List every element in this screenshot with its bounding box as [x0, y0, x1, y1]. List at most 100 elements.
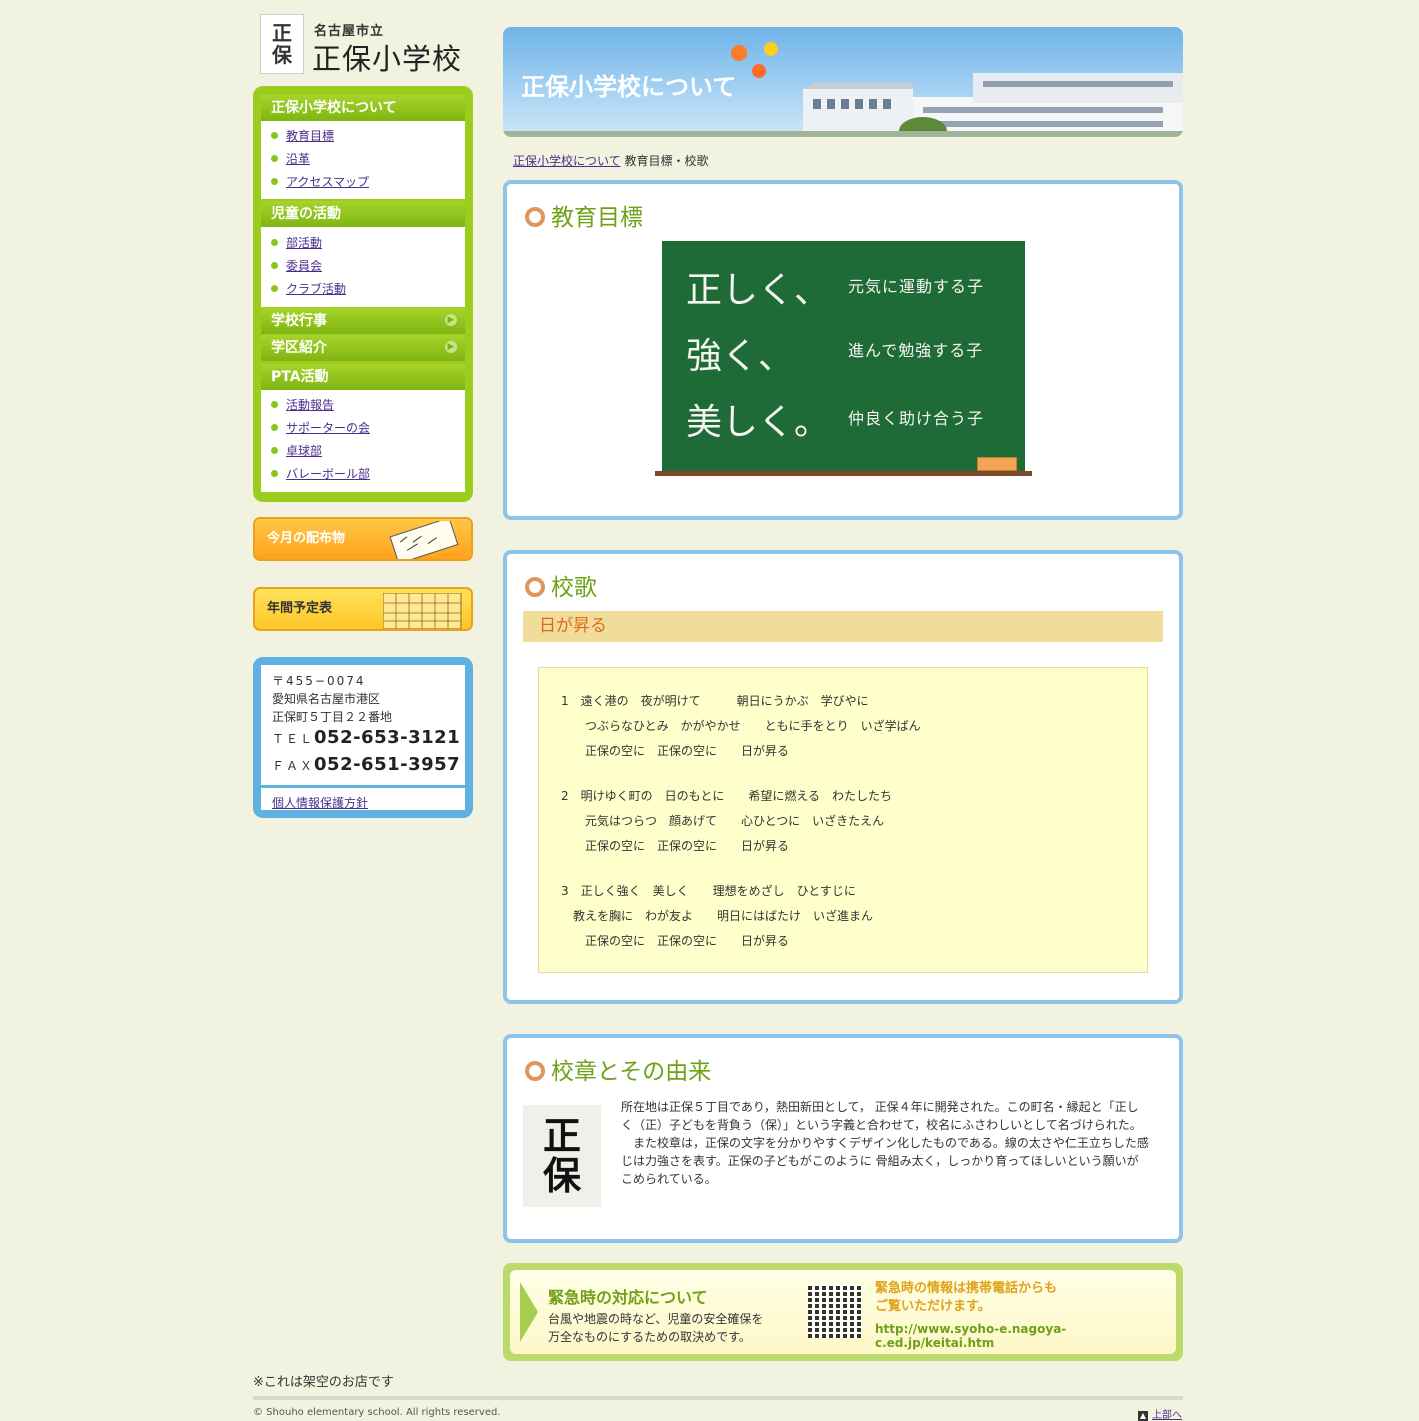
mobile-info: 緊急時の情報は携帯電話からも ご覧いただけます。 [875, 1280, 1057, 1316]
goal-left-2: 強く、 [686, 336, 795, 377]
school-mark-icon: 正 保 [260, 14, 304, 74]
goal-right-1: 元気に運動する子 [848, 277, 985, 296]
calendar-icon [383, 593, 462, 629]
mobile-url[interactable]: http://www.syoho-e.nagoya-c.ed.jp/keitai… [875, 1322, 1176, 1350]
crest-paragraph: また校章は，正保の文字を分かりやすくデザイン化したものである。線の太さや仁王立ち… [621, 1136, 1149, 1186]
nav-heading-activities[interactable]: 児童の活動 [261, 201, 465, 227]
section-heading-text: 校歌 [551, 575, 597, 601]
bullet-icon [271, 178, 278, 185]
notebook-icon [389, 521, 459, 559]
nav-link[interactable]: 活動報告 [286, 398, 334, 412]
nav-link[interactable]: 沿革 [286, 152, 310, 166]
section-heading-text: 教育目標 [551, 205, 643, 231]
crest-bottom: 保 [542, 1154, 581, 1198]
nav-item-supporters[interactable]: サポーターの会 [271, 420, 370, 436]
bullet-icon [271, 447, 278, 454]
nav-item-volleyball[interactable]: バレーボール部 [271, 466, 370, 482]
chevron-right-circle-icon: ▶ [445, 314, 457, 326]
chevron-right-icon [520, 1282, 538, 1342]
site-logo[interactable]: 正 保 名古屋市立 正保小学校 [260, 14, 480, 76]
nav-item-club-activities[interactable]: 部活動 [271, 235, 322, 251]
chevron-right-circle-icon: ▶ [445, 341, 457, 353]
nav-link[interactable]: 卓球部 [286, 444, 322, 458]
emergency-desc-line: 万全なものにするための取決めです。 [548, 1330, 751, 1344]
emergency-banner[interactable]: 緊急時の対応について 台風や地震の時など、児童の安全確保を 万全なものにするため… [503, 1263, 1183, 1361]
ring-bullet-icon [525, 1061, 545, 1081]
banner-label: 今月の配布物 [267, 531, 346, 546]
mobile-info-line: 緊急時の情報は携帯電話からも [875, 1281, 1058, 1296]
lyric-line: 元気はつらつ 顔あげて 心ひとつに いざきたえん [561, 814, 885, 828]
section-heading-text: 校章とその由来 [551, 1059, 712, 1085]
bullet-icon [271, 285, 278, 292]
school-crest-section: 校章とその由来 正 保 所在地は正保５丁目であり，熱田新田として， 正保４年に開… [503, 1034, 1183, 1243]
nav-link[interactable]: 委員会 [286, 259, 322, 273]
education-goals-section: 教育目標 正しく、 元気に運動する子 強く、 進んで勉強する子 美しく。 仲良く… [503, 180, 1183, 520]
crest-top: 正 [542, 1114, 581, 1158]
monthly-handouts-banner[interactable]: 今月の配布物 [253, 517, 473, 561]
footer-divider [253, 1396, 1183, 1400]
page-title: 正保小学校について [521, 73, 737, 101]
nav-heading-label: 学区紹介 [271, 340, 327, 356]
nav-item-access-map[interactable]: アクセスマップ [271, 174, 369, 190]
nav-link[interactable]: クラブ活動 [286, 282, 346, 296]
bullet-icon [271, 239, 278, 246]
nav-item-reports[interactable]: 活動報告 [271, 397, 334, 413]
nav-heading-district[interactable]: 学区紹介 ▶ [261, 335, 465, 361]
nav-heading-label: 学校行事 [271, 313, 327, 329]
nav-item-history[interactable]: 沿革 [271, 151, 310, 167]
nav-item-clubs[interactable]: クラブ活動 [271, 281, 346, 297]
school-name: 正保小学校 [312, 42, 463, 76]
nav-list-activities: 部活動 委員会 クラブ活動 [261, 227, 465, 307]
nav-item-table-tennis[interactable]: 卓球部 [271, 443, 322, 459]
annual-schedule-banner[interactable]: 年間予定表 [253, 587, 473, 631]
nav-link[interactable]: 教育目標 [286, 129, 334, 143]
chalkboard: 正しく、 元気に運動する子 強く、 進んで勉強する子 美しく。 仲良く助け合う子 [662, 241, 1025, 473]
bullet-icon [271, 155, 278, 162]
lyric-line: 正保の空に 正保の空に 日が昇る [561, 839, 790, 853]
nav-heading-events[interactable]: 学校行事 ▶ [261, 308, 465, 334]
nav-link[interactable]: アクセスマップ [286, 175, 369, 189]
qr-code-icon [808, 1284, 862, 1338]
breadcrumb-parent-link[interactable]: 正保小学校について [513, 154, 621, 168]
nav-heading-about[interactable]: 正保小学校について [261, 95, 465, 121]
mobile-info-line: ご覧いただけます。 [875, 1299, 991, 1314]
bullet-icon [271, 424, 278, 431]
lyric-line: 教えを胸に わが友よ 明日にはばたけ いざ進まん [561, 909, 874, 923]
breadcrumb-current: 教育目標・校歌 [624, 154, 709, 168]
tel-label: ＴＥＬ [272, 732, 315, 746]
privacy-policy-link[interactable]: 個人情報保護方針 [272, 794, 368, 811]
goal-right-3: 仲良く助け合う子 [848, 409, 985, 428]
nav-link[interactable]: バレーボール部 [286, 467, 370, 481]
section-heading: 校章とその由来 [525, 1052, 711, 1086]
fax-number: 052-651-3957 [314, 754, 461, 775]
section-heading: 教育目標 [525, 198, 643, 232]
song-title: 日が昇る [523, 611, 1163, 642]
fax-label: ＦＡＸ [272, 759, 315, 773]
emergency-description: 台風や地震の時など、児童の安全確保を 万全なものにするための取決めです。 [548, 1310, 763, 1346]
bullet-icon [271, 401, 278, 408]
school-song-section: 校歌 日が昇る 1 遠く港の 夜が明けて 朝日にうかぶ 学びやに つぶらなひとみ… [503, 550, 1183, 1004]
nav-link[interactable]: サポーターの会 [286, 421, 370, 435]
arrow-up-icon: ▲ [1138, 1411, 1148, 1421]
lyric-line: つぶらなひとみ かがやかせ ともに手をとり いざ学ばん [561, 719, 921, 733]
breadcrumb: 正保小学校について 教育目標・校歌 [513, 152, 709, 169]
back-to-top[interactable]: ▲ 上部へ [1138, 1406, 1182, 1421]
tel-number: 052-653-3121 [314, 727, 461, 748]
lyric-line: 1 遠く港の 夜が明けて 朝日にうかぶ 学びやに [561, 694, 869, 708]
goal-left-3: 美しく。 [686, 402, 831, 443]
nav-item-committee[interactable]: 委員会 [271, 258, 322, 274]
back-to-top-link[interactable]: 上部へ [1152, 1410, 1182, 1421]
side-navigation: 正保小学校について 教育目標 沿革 アクセスマップ 児童の活動 部活動 委員会 … [253, 86, 473, 502]
nav-link[interactable]: 部活動 [286, 236, 322, 250]
nav-list-pta: 活動報告 サポーターの会 卓球部 バレーボール部 [261, 390, 465, 492]
nav-heading-pta[interactable]: PTA活動 [261, 364, 465, 390]
ring-bullet-icon [525, 577, 545, 597]
eraser-icon [977, 457, 1017, 471]
bullet-icon [271, 132, 278, 139]
emergency-title: 緊急時の対応について [548, 1288, 708, 1307]
lyric-line: 正保の空に 正保の空に 日が昇る [561, 744, 790, 758]
postal-code: 〒455−0074 [272, 674, 366, 688]
nav-item-education-goals[interactable]: 教育目標 [271, 128, 334, 144]
crest-description: 所在地は正保５丁目であり，熱田新田として， 正保４年に開発された。この町名・縁起… [621, 1098, 1149, 1188]
crest-paragraph: 所在地は正保５丁目であり，熱田新田として， 正保４年に開発された。この町名・縁起… [621, 1100, 1142, 1132]
